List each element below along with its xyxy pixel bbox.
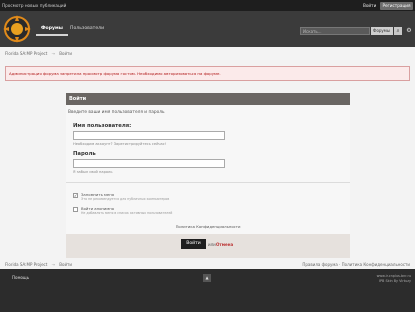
register-button[interactable]: Регистрация xyxy=(380,1,413,10)
or-text: или xyxy=(208,242,216,247)
privacy-policy-link[interactable]: Политика Конфиденциальности xyxy=(66,224,350,229)
nav-users-tab[interactable]: Пользователи xyxy=(70,23,104,35)
header: Форумы Пользователи Искать... Форумы ⌕ ⚙ xyxy=(0,11,415,47)
top-bar: Просмотр новых публикаций Войти Регистра… xyxy=(0,0,415,11)
remember-me-hint: Это не рекомендуется для публичных компь… xyxy=(81,197,170,201)
login-panel: Войти Введите ваши имя пользователя и па… xyxy=(66,93,350,258)
register-hint-link[interactable]: Необходим аккаунт? Зарегистрируйтесь сей… xyxy=(73,142,166,146)
footer-skin-credit: IPB Skin By Virtuzy xyxy=(379,279,411,283)
footer: Помощь ▲ www.ir.cnplus-bnr.ru IPB Skin B… xyxy=(0,269,415,312)
breadcrumb-home[interactable]: Florida SA:MP Project xyxy=(5,262,47,267)
site-logo-icon[interactable] xyxy=(2,12,32,46)
breadcrumb-separator: → xyxy=(51,51,55,56)
anonymous-login-checkbox[interactable] xyxy=(73,207,78,212)
submit-area: Войти или Отмена xyxy=(66,234,350,258)
username-label: Имя пользователя: xyxy=(73,123,132,129)
remember-me-checkbox[interactable]: ✓ xyxy=(73,193,78,198)
new-publications-link[interactable]: Просмотр новых публикаций xyxy=(2,3,66,8)
breadcrumb-home[interactable]: Florida SA:MP Project xyxy=(5,51,47,56)
search-icon[interactable]: ⌕ xyxy=(394,27,402,35)
login-subtitle: Введите ваши имя пользователя и пароль xyxy=(68,110,165,115)
gear-icon[interactable]: ⚙ xyxy=(405,27,413,35)
breadcrumb: Florida SA:MP Project → Войти xyxy=(5,51,72,56)
arrow-up-icon[interactable]: ▲ xyxy=(203,274,211,282)
nav-forums-tab[interactable]: Форумы xyxy=(36,23,68,36)
login-link[interactable]: Войти xyxy=(363,3,376,8)
breadcrumb-separator: → xyxy=(51,262,55,267)
footer-links[interactable]: Правила форума · Политика Конфиденциальн… xyxy=(302,262,410,267)
cancel-link[interactable]: Отмена xyxy=(216,242,233,247)
guest-access-alert: Администрация форума запретила просмотр … xyxy=(5,66,410,81)
breadcrumb-bottom: Florida SA:MP Project → Войти xyxy=(5,262,72,267)
search-input[interactable]: Искать... xyxy=(300,27,370,35)
search-scope-select[interactable]: Форумы xyxy=(371,27,393,35)
breadcrumb-current: Войти xyxy=(59,262,72,267)
password-input[interactable] xyxy=(73,159,225,168)
forgot-password-link[interactable]: Я забыл свой пароль xyxy=(73,170,112,174)
breadcrumb-current: Войти xyxy=(59,51,72,56)
help-link[interactable]: Помощь xyxy=(12,275,29,280)
divider xyxy=(66,182,350,183)
password-label: Пароль xyxy=(73,151,96,157)
username-input[interactable] xyxy=(73,131,225,140)
anonymous-login-hint: Не добавлять меня в список активных поль… xyxy=(81,211,173,215)
login-panel-title: Войти xyxy=(66,93,350,105)
login-submit-button[interactable]: Войти xyxy=(181,239,206,249)
